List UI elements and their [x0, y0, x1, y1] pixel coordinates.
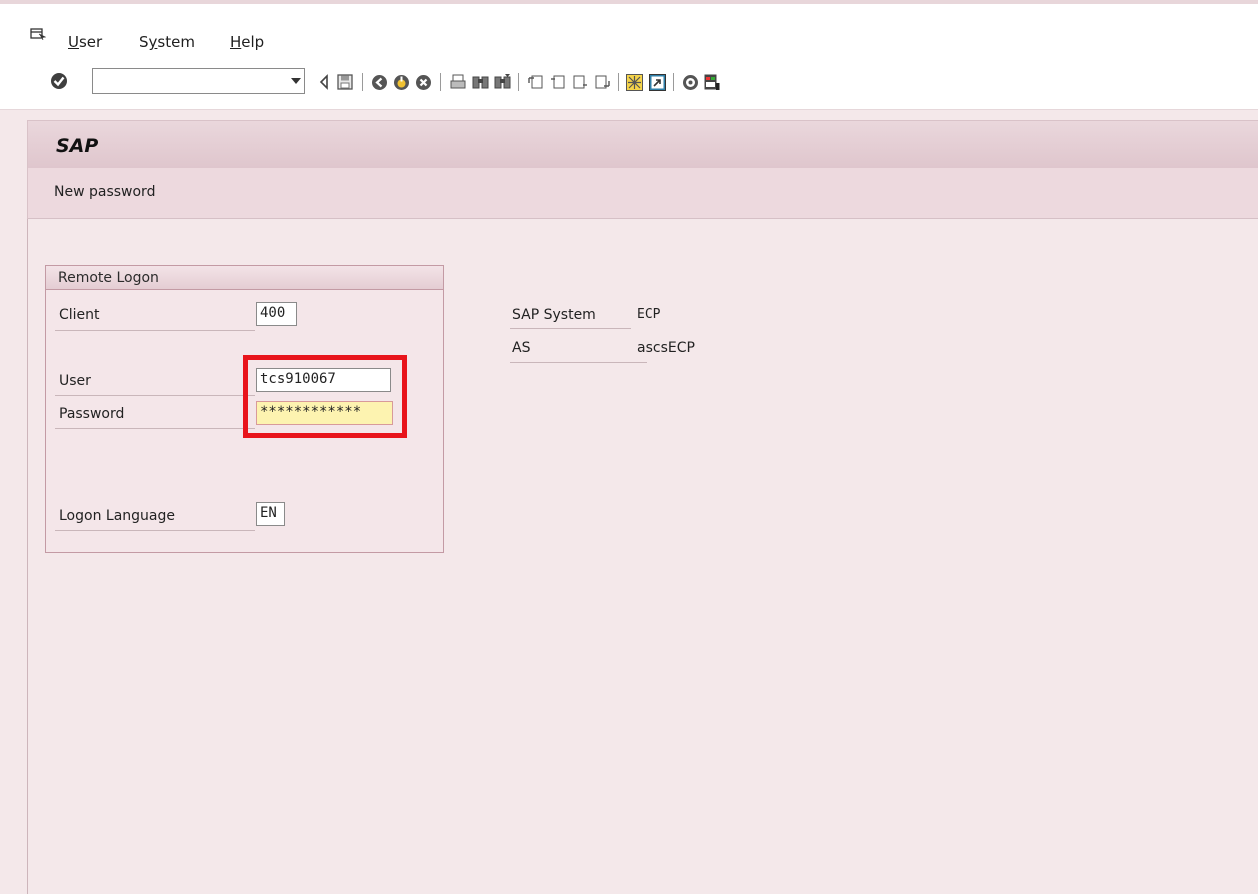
shortcut-icon[interactable]	[649, 74, 666, 91]
menu-system-rest: stem	[157, 33, 195, 51]
find-icon[interactable]	[472, 74, 489, 90]
highlight-box	[243, 355, 407, 438]
new-password-button[interactable]: New password	[54, 184, 155, 200]
prev-page-icon[interactable]	[550, 74, 566, 90]
as-value: ascsECP	[637, 340, 695, 356]
command-field[interactable]	[92, 68, 305, 94]
help-icon[interactable]	[682, 74, 699, 91]
chevron-down-icon[interactable]	[291, 78, 301, 84]
group-title-bar: Remote Logon	[46, 266, 443, 290]
menu-user-accel: U	[68, 33, 79, 51]
application-toolbar: New password	[27, 168, 1258, 219]
client-label-underline	[55, 330, 255, 331]
menu-user[interactable]: User	[68, 33, 102, 51]
user-label: User	[59, 373, 91, 389]
screen-title: SAP	[56, 135, 99, 157]
menu-user-rest: ser	[78, 33, 103, 51]
layout-menu-icon[interactable]	[704, 74, 720, 91]
group-title: Remote Logon	[58, 270, 159, 286]
sap-system-label: SAP System	[512, 307, 596, 323]
toolbar-separator	[673, 73, 674, 91]
left-border	[27, 219, 28, 894]
find-next-icon[interactable]	[494, 74, 511, 90]
toolbar-separator	[362, 73, 363, 91]
last-page-icon[interactable]	[594, 74, 610, 90]
password-label-underline	[55, 428, 255, 429]
menu-system-pre: S	[139, 33, 149, 51]
standard-toolbar	[0, 60, 1258, 110]
toolbar-separator	[618, 73, 619, 91]
sap-system-underline	[510, 328, 631, 329]
client-label: Client	[59, 307, 100, 323]
back-nav-icon[interactable]	[371, 74, 388, 91]
logon-language-underline	[55, 530, 255, 531]
user-label-underline	[55, 395, 255, 396]
back-icon[interactable]	[318, 74, 330, 90]
cancel-icon[interactable]	[415, 74, 432, 91]
menu-help-rest: elp	[241, 33, 265, 51]
as-label: AS	[512, 340, 531, 356]
password-label: Password	[59, 406, 125, 422]
logon-language-label: Logon Language	[59, 508, 175, 524]
new-session-icon[interactable]	[626, 74, 643, 91]
next-page-icon[interactable]	[572, 74, 588, 90]
menu-help-accel: H	[230, 33, 242, 51]
client-field[interactable]: 400	[256, 302, 297, 326]
screen-title-bar: SAP	[27, 120, 1258, 168]
toolbar-separator	[518, 73, 519, 91]
print-icon[interactable]	[450, 74, 466, 90]
menu-system[interactable]: System	[139, 33, 195, 51]
sap-system-value: ECP	[637, 307, 661, 322]
enter-icon[interactable]	[50, 72, 68, 90]
save-icon[interactable]	[337, 74, 353, 90]
menu-entry-icon[interactable]	[30, 28, 46, 40]
exit-icon[interactable]	[393, 74, 410, 91]
logon-language-field[interactable]: EN	[256, 502, 285, 526]
first-page-icon[interactable]	[528, 74, 544, 90]
toolbar-separator	[440, 73, 441, 91]
as-underline	[510, 362, 647, 363]
menu-help[interactable]: Help	[230, 33, 264, 51]
menu-bar: User System Help	[0, 0, 1258, 60]
